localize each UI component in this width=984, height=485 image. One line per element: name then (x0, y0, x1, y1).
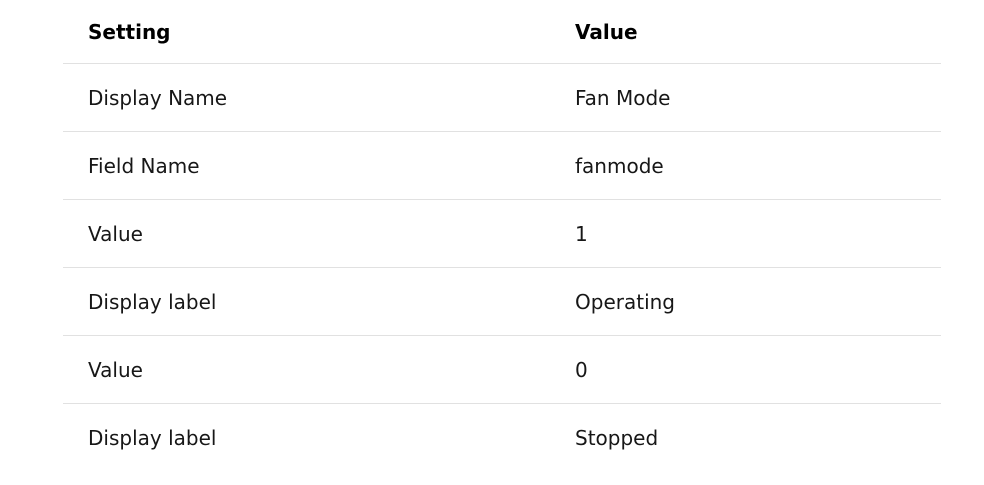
table-row: Field Name fanmode (63, 131, 941, 200)
setting-cell: Value (63, 199, 550, 268)
settings-table: Setting Value Display Name Fan Mode Fiel… (63, 0, 941, 471)
value-cell: fanmode (550, 131, 941, 200)
table-row: Display Name Fan Mode (63, 63, 941, 132)
setting-cell: Value (63, 335, 550, 404)
table-row: Value 0 (63, 335, 941, 404)
value-cell: 1 (550, 199, 941, 268)
header-setting: Setting (63, 0, 550, 64)
table-row: Value 1 (63, 199, 941, 268)
value-cell: Stopped (575, 425, 659, 450)
value-cell: 0 (550, 335, 941, 404)
header-value: Value (550, 0, 941, 64)
value-cell: Operating (550, 267, 941, 336)
value-cell: Fan Mode (550, 63, 941, 132)
setting-cell: Display label (88, 425, 217, 450)
setting-cell: Field Name (63, 131, 550, 200)
header-row: Setting Value (63, 0, 941, 64)
setting-cell: Display label (63, 267, 550, 336)
table-row: Display label Stopped (63, 404, 941, 472)
table-body: Display Name Fan Mode Field Name fanmode… (63, 63, 941, 472)
setting-cell: Display Name (63, 63, 550, 132)
table-row: Display label Operating (63, 267, 941, 336)
table-header: Setting Value (63, 0, 941, 64)
